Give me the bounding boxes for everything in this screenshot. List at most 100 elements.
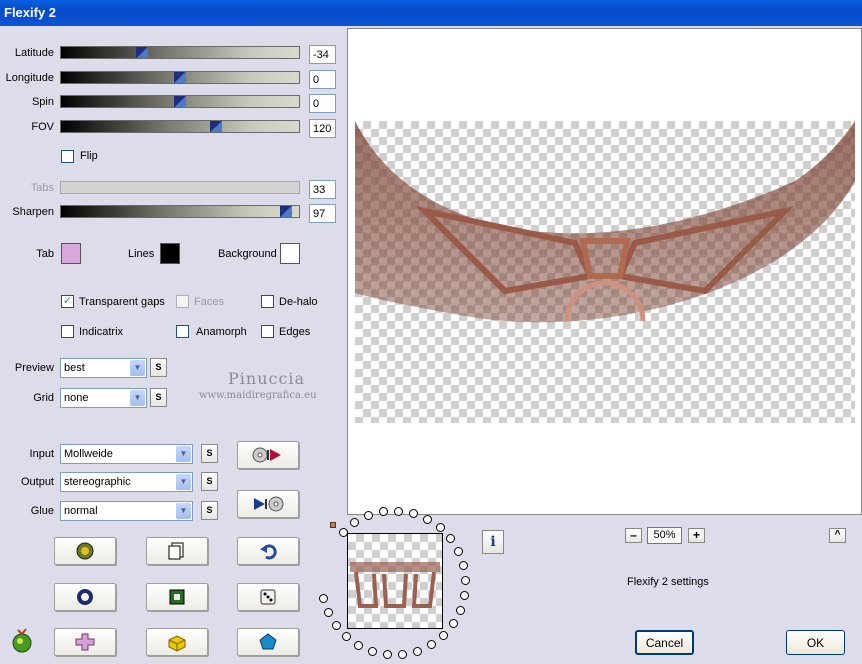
longitude-slider-thumb[interactable] (174, 72, 186, 83)
edges-label: Edges (279, 326, 311, 338)
ring-dot[interactable] (427, 640, 436, 649)
input-select[interactable]: Mollweide ▼ (60, 444, 193, 464)
glue-s-button[interactable]: S (201, 501, 218, 520)
copy-icon (168, 542, 184, 560)
ring-dot[interactable] (413, 647, 422, 656)
ring-dot[interactable] (342, 632, 351, 641)
output-select[interactable]: stereographic ▼ (60, 472, 193, 492)
sharpen-value[interactable]: 97 (309, 204, 336, 223)
grid-s-button[interactable]: S (150, 388, 167, 407)
ring-dot[interactable] (436, 523, 445, 532)
cancel-button[interactable]: Cancel (635, 630, 694, 655)
watermark-name: Pinuccia (228, 369, 306, 388)
ring-dot[interactable] (459, 561, 468, 570)
zoom-in-button[interactable]: + (688, 528, 705, 543)
pentagon-icon (259, 633, 277, 650)
glue-select-value: normal (64, 505, 98, 517)
pentagon-button[interactable] (237, 628, 299, 656)
status-text: Flexify 2 settings (627, 576, 709, 588)
circle-button[interactable] (54, 583, 116, 611)
collapse-button[interactable]: ^ (829, 528, 846, 543)
chevron-down-icon[interactable]: ▼ (130, 360, 145, 376)
ring-dot[interactable] (368, 647, 377, 656)
tabs-value[interactable]: 33 (309, 180, 336, 199)
ring-dot[interactable] (398, 650, 407, 659)
plus-button[interactable] (54, 628, 116, 656)
grid-select[interactable]: none ▼ (60, 388, 147, 408)
spin-slider-thumb[interactable] (174, 96, 186, 107)
output-label: Output (20, 476, 54, 488)
ring-dot[interactable] (379, 507, 388, 516)
indicatrix-label: Indicatrix (79, 326, 124, 338)
flip-checkbox[interactable] (61, 150, 74, 163)
faces-checkbox (176, 295, 189, 308)
navigator-thumbnail[interactable] (347, 533, 443, 629)
tabs-slider (60, 181, 300, 194)
spin-value[interactable]: 0 (309, 94, 336, 113)
logo-icon (12, 628, 32, 653)
ring-dot[interactable] (439, 631, 448, 640)
fov-slider[interactable] (60, 120, 300, 133)
ok-button[interactable]: OK (786, 630, 845, 655)
longitude-slider[interactable] (60, 71, 300, 84)
fov-slider-thumb[interactable] (210, 121, 222, 132)
ring-dot[interactable] (364, 511, 373, 520)
cube-button[interactable] (146, 628, 208, 656)
spin-slider[interactable] (60, 95, 300, 108)
ring-dot[interactable] (332, 621, 341, 630)
anamorph-checkbox[interactable] (176, 325, 189, 338)
ring-dot[interactable] (409, 509, 418, 518)
ring-dot[interactable] (394, 507, 403, 516)
dice-button[interactable] (237, 583, 299, 611)
ring-dot[interactable] (461, 576, 470, 585)
ring-dot[interactable] (324, 608, 333, 617)
indicatrix-checkbox[interactable] (61, 325, 74, 338)
ring-dot[interactable] (454, 547, 463, 556)
preview-s-button[interactable]: S (150, 358, 167, 377)
zoom-out-button[interactable]: – (625, 528, 642, 543)
edges-checkbox[interactable] (261, 325, 274, 338)
latitude-slider[interactable] (60, 46, 300, 59)
chevron-down-icon[interactable]: ▼ (176, 474, 191, 490)
preview-select[interactable]: best ▼ (60, 358, 147, 378)
latitude-slider-thumb[interactable] (136, 47, 148, 58)
ring-dot[interactable] (350, 518, 359, 527)
convert-output-button[interactable] (237, 490, 299, 518)
ring-dot[interactable] (456, 606, 465, 615)
fov-value[interactable]: 120 (309, 119, 336, 138)
background-color-swatch[interactable] (280, 243, 300, 264)
copy-button[interactable] (146, 537, 208, 565)
ring-dot[interactable] (460, 591, 469, 600)
de-halo-label: De-halo (279, 296, 318, 308)
convert-input-button[interactable] (237, 441, 299, 469)
input-s-button[interactable]: S (201, 444, 218, 463)
longitude-value[interactable]: 0 (309, 70, 336, 89)
randomize-button[interactable] (54, 537, 116, 565)
ring-handle[interactable] (330, 522, 336, 528)
ring-dot[interactable] (319, 594, 328, 603)
de-halo-checkbox[interactable] (261, 295, 274, 308)
tab-color-swatch[interactable] (61, 243, 81, 264)
chevron-down-icon[interactable]: ▼ (130, 390, 145, 406)
chevron-down-icon[interactable]: ▼ (176, 446, 191, 462)
thumbnail-artwork (350, 562, 440, 608)
transparent-gaps-checkbox[interactable]: ✓ (61, 295, 74, 308)
undo-button[interactable] (237, 537, 299, 565)
ring-dot[interactable] (446, 534, 455, 543)
ring-dot[interactable] (354, 641, 363, 650)
sharpen-slider[interactable] (60, 205, 300, 218)
info-button[interactable]: i (482, 530, 504, 554)
ring-dot[interactable] (449, 619, 458, 628)
sharpen-label: Sharpen (12, 206, 54, 218)
output-s-button[interactable]: S (201, 472, 218, 491)
ring-dot[interactable] (423, 515, 432, 524)
lines-color-swatch[interactable] (160, 243, 180, 264)
ring-dot[interactable] (383, 650, 392, 659)
sharpen-slider-thumb[interactable] (280, 206, 292, 217)
zoom-level[interactable]: 50% (647, 527, 682, 544)
chevron-down-icon[interactable]: ▼ (176, 503, 191, 519)
square-button[interactable] (146, 583, 208, 611)
preview-canvas[interactable] (347, 28, 862, 515)
glue-select[interactable]: normal ▼ (60, 501, 193, 521)
latitude-value[interactable]: -34 (309, 45, 336, 64)
